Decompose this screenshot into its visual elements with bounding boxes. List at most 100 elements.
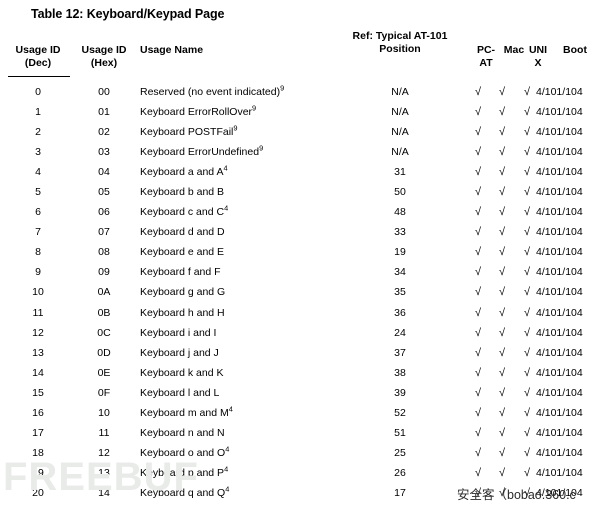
column-header-ref-position-line1: Ref: Typical AT-101 [352, 30, 448, 42]
cell-usage-id-dec: 1 [35, 106, 41, 119]
cell-mac-check: √ [498, 166, 506, 179]
column-header-usage-name: Usage Name [140, 44, 204, 56]
usage-name-text: Keyboard m and M [140, 406, 229, 419]
cell-ref-position: 33 [394, 226, 406, 239]
cell-mac-check: √ [498, 446, 506, 459]
cell-pc-at-check: √ [474, 326, 482, 339]
cell-ref-position: N/A [391, 146, 409, 159]
usage-name-text: Keyboard i and I [140, 326, 217, 339]
cell-usage-id-dec: 14 [32, 366, 44, 379]
cell-unix-check: √ [523, 186, 531, 199]
cell-usage-name: Keyboard j and J [140, 343, 219, 363]
table-row: 11 0B Keyboard h and H 36 √ √ √ 4/101/104 [0, 303, 610, 323]
cell-boot: 4/101/104 [536, 206, 583, 219]
column-header-usage-id-hex: Usage ID (Hex) [72, 44, 136, 70]
column-header-unix: UNI X [524, 44, 552, 70]
cell-usage-id-hex: 0F [97, 386, 111, 399]
cell-boot: 4/101/104 [536, 486, 583, 499]
cell-ref-position: 31 [394, 166, 406, 179]
cell-usage-id-dec: 17 [32, 426, 44, 439]
cell-boot: 4/101/104 [536, 266, 583, 279]
cell-mac-check: √ [498, 386, 506, 399]
cell-unix-check: √ [523, 286, 531, 299]
table-row: 19 13 Keyboard p and P4 26 √ √ √ 4/101/104 [0, 463, 610, 483]
usage-name-footnote-marker: 4 [228, 404, 233, 414]
cell-usage-id-dec: 7 [35, 226, 41, 239]
cell-mac-check: √ [498, 186, 506, 199]
cell-unix-check: √ [523, 226, 531, 239]
cell-usage-id-dec: 9 [35, 266, 41, 279]
cell-mac-check: √ [498, 246, 506, 259]
cell-usage-name: Keyboard d and D [140, 222, 225, 242]
cell-unix-check: √ [523, 486, 531, 499]
cell-ref-position: N/A [391, 86, 409, 98]
cell-boot: 4/101/104 [536, 286, 583, 299]
cell-unix-check: √ [523, 246, 531, 259]
cell-boot: 4/101/104 [536, 246, 583, 259]
cell-ref-position: 24 [394, 326, 406, 339]
usage-name-text: Keyboard p and P [140, 466, 225, 479]
cell-usage-name: Keyboard POSTFail9 [140, 122, 238, 142]
cell-usage-name: Keyboard o and O4 [140, 443, 229, 463]
cell-ref-position: 34 [394, 266, 406, 279]
cell-ref-position: 37 [394, 346, 406, 359]
table-row: 17 11 Keyboard n and N 51 √ √ √ 4/101/104 [0, 423, 610, 443]
document-page: Table 12: Keyboard/Keypad Page Usage ID … [0, 0, 610, 506]
table-row: 18 12 Keyboard o and O4 25 √ √ √ 4/101/104 [0, 443, 610, 463]
cell-ref-position: N/A [391, 106, 409, 119]
cell-usage-id-dec: 5 [35, 186, 41, 199]
usage-name-text: Keyboard k and K [140, 366, 224, 379]
cell-usage-id-hex: 12 [98, 446, 110, 459]
usage-name-text: Keyboard g and G [140, 286, 226, 299]
cell-usage-name: Reserved (no event indicated)9 [140, 82, 284, 102]
cell-mac-check: √ [498, 406, 506, 419]
usage-name-text: Keyboard POSTFail [140, 126, 234, 139]
cell-pc-at-check: √ [474, 266, 482, 279]
cell-unix-check: √ [523, 366, 531, 379]
cell-pc-at-check: √ [474, 486, 482, 499]
usage-name-footnote-marker: 9 [280, 83, 285, 93]
usage-name-text: Keyboard ErrorUndefined [140, 146, 260, 159]
table-row: 7 07 Keyboard d and D 33 √ √ √ 4/101/104 [0, 222, 610, 242]
table-row: 14 0E Keyboard k and K 38 √ √ √ 4/101/104 [0, 363, 610, 383]
cell-unix-check: √ [523, 106, 531, 119]
cell-usage-name: Keyboard p and P4 [140, 463, 228, 483]
cell-pc-at-check: √ [474, 426, 482, 439]
cell-mac-check: √ [498, 146, 506, 159]
cell-usage-id-dec: 8 [35, 246, 41, 259]
table-row: 5 05 Keyboard b and B 50 √ √ √ 4/101/104 [0, 182, 610, 202]
cell-boot: 4/101/104 [536, 226, 583, 239]
usage-name-footnote-marker: 9 [259, 143, 264, 153]
cell-ref-position: 35 [394, 286, 406, 299]
cell-pc-at-check: √ [474, 226, 482, 239]
cell-ref-position: 26 [394, 466, 406, 479]
cell-mac-check: √ [498, 486, 506, 499]
table-row: 0 00 Reserved (no event indicated)9 N/A √ √ √ 4… [0, 82, 610, 102]
usage-name-text: Keyboard l and L [140, 386, 220, 399]
cell-usage-name: Keyboard ErrorRollOver9 [140, 102, 256, 122]
usage-name-text: Keyboard ErrorRollOver [140, 106, 253, 119]
cell-mac-check: √ [498, 226, 506, 239]
cell-unix-check: √ [523, 86, 531, 98]
cell-boot: 4/101/104 [536, 366, 583, 379]
cell-pc-at-check: √ [474, 286, 482, 299]
cell-usage-name: Keyboard c and C4 [140, 202, 228, 222]
cell-ref-position: 52 [394, 406, 406, 419]
cell-ref-position: 25 [394, 446, 406, 459]
cell-usage-name: Keyboard m and M4 [140, 403, 233, 423]
cell-boot: 4/101/104 [536, 126, 583, 139]
cell-boot: 4/101/104 [536, 326, 583, 339]
cell-usage-name: Keyboard b and B [140, 182, 224, 202]
usage-name-text: Keyboard c and C [140, 206, 225, 219]
cell-unix-check: √ [523, 266, 531, 279]
cell-usage-id-dec: 15 [32, 386, 44, 399]
usage-name-text: Keyboard a and A [140, 166, 224, 179]
usage-name-footnote-marker: 9 [252, 103, 257, 113]
cell-pc-at-check: √ [474, 346, 482, 359]
table-body: 0 00 Reserved (no event indicated)9 N/A √ √ √ 4… [0, 82, 610, 503]
cell-usage-name: Keyboard k and K [140, 363, 223, 383]
cell-usage-id-hex: 11 [98, 426, 110, 439]
cell-usage-name: Keyboard ErrorUndefined9 [140, 142, 263, 162]
cell-pc-at-check: √ [474, 126, 482, 139]
table-row: 13 0D Keyboard j and J 37 √ √ √ 4/101/104 [0, 343, 610, 363]
